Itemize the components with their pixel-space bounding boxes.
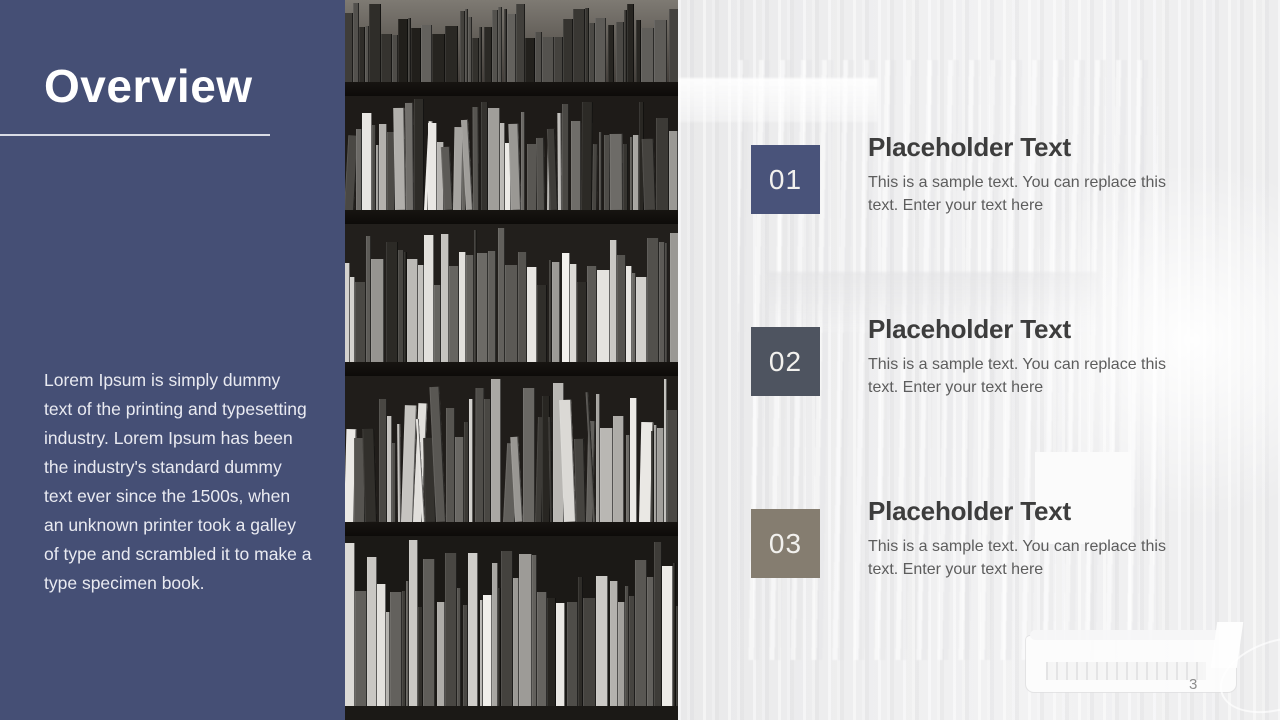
item-text-block: Placeholder Text This is a sample text. …: [868, 132, 1188, 217]
item-text-block: Placeholder Text This is a sample text. …: [868, 314, 1188, 399]
item-heading: Placeholder Text: [868, 496, 1071, 526]
item-number-badge-02: 02: [751, 327, 820, 396]
item-heading: Placeholder Text: [868, 132, 1071, 162]
item-body: This is a sample text. You can replace t…: [868, 173, 1166, 214]
content-items-list: 01 Placeholder Text This is a sample tex…: [0, 0, 1280, 720]
item-number-badge-01: 01: [751, 145, 820, 214]
item-body: This is a sample text. You can replace t…: [868, 355, 1166, 396]
item-body: This is a sample text. You can replace t…: [868, 537, 1166, 578]
presentation-slide: Overview Lorem Ipsum is simply dummy tex…: [0, 0, 1280, 720]
item-text-block: Placeholder Text This is a sample text. …: [868, 496, 1188, 581]
page-number: 3: [1189, 676, 1198, 693]
item-heading: Placeholder Text: [868, 314, 1071, 344]
item-number-badge-03: 03: [751, 509, 820, 578]
